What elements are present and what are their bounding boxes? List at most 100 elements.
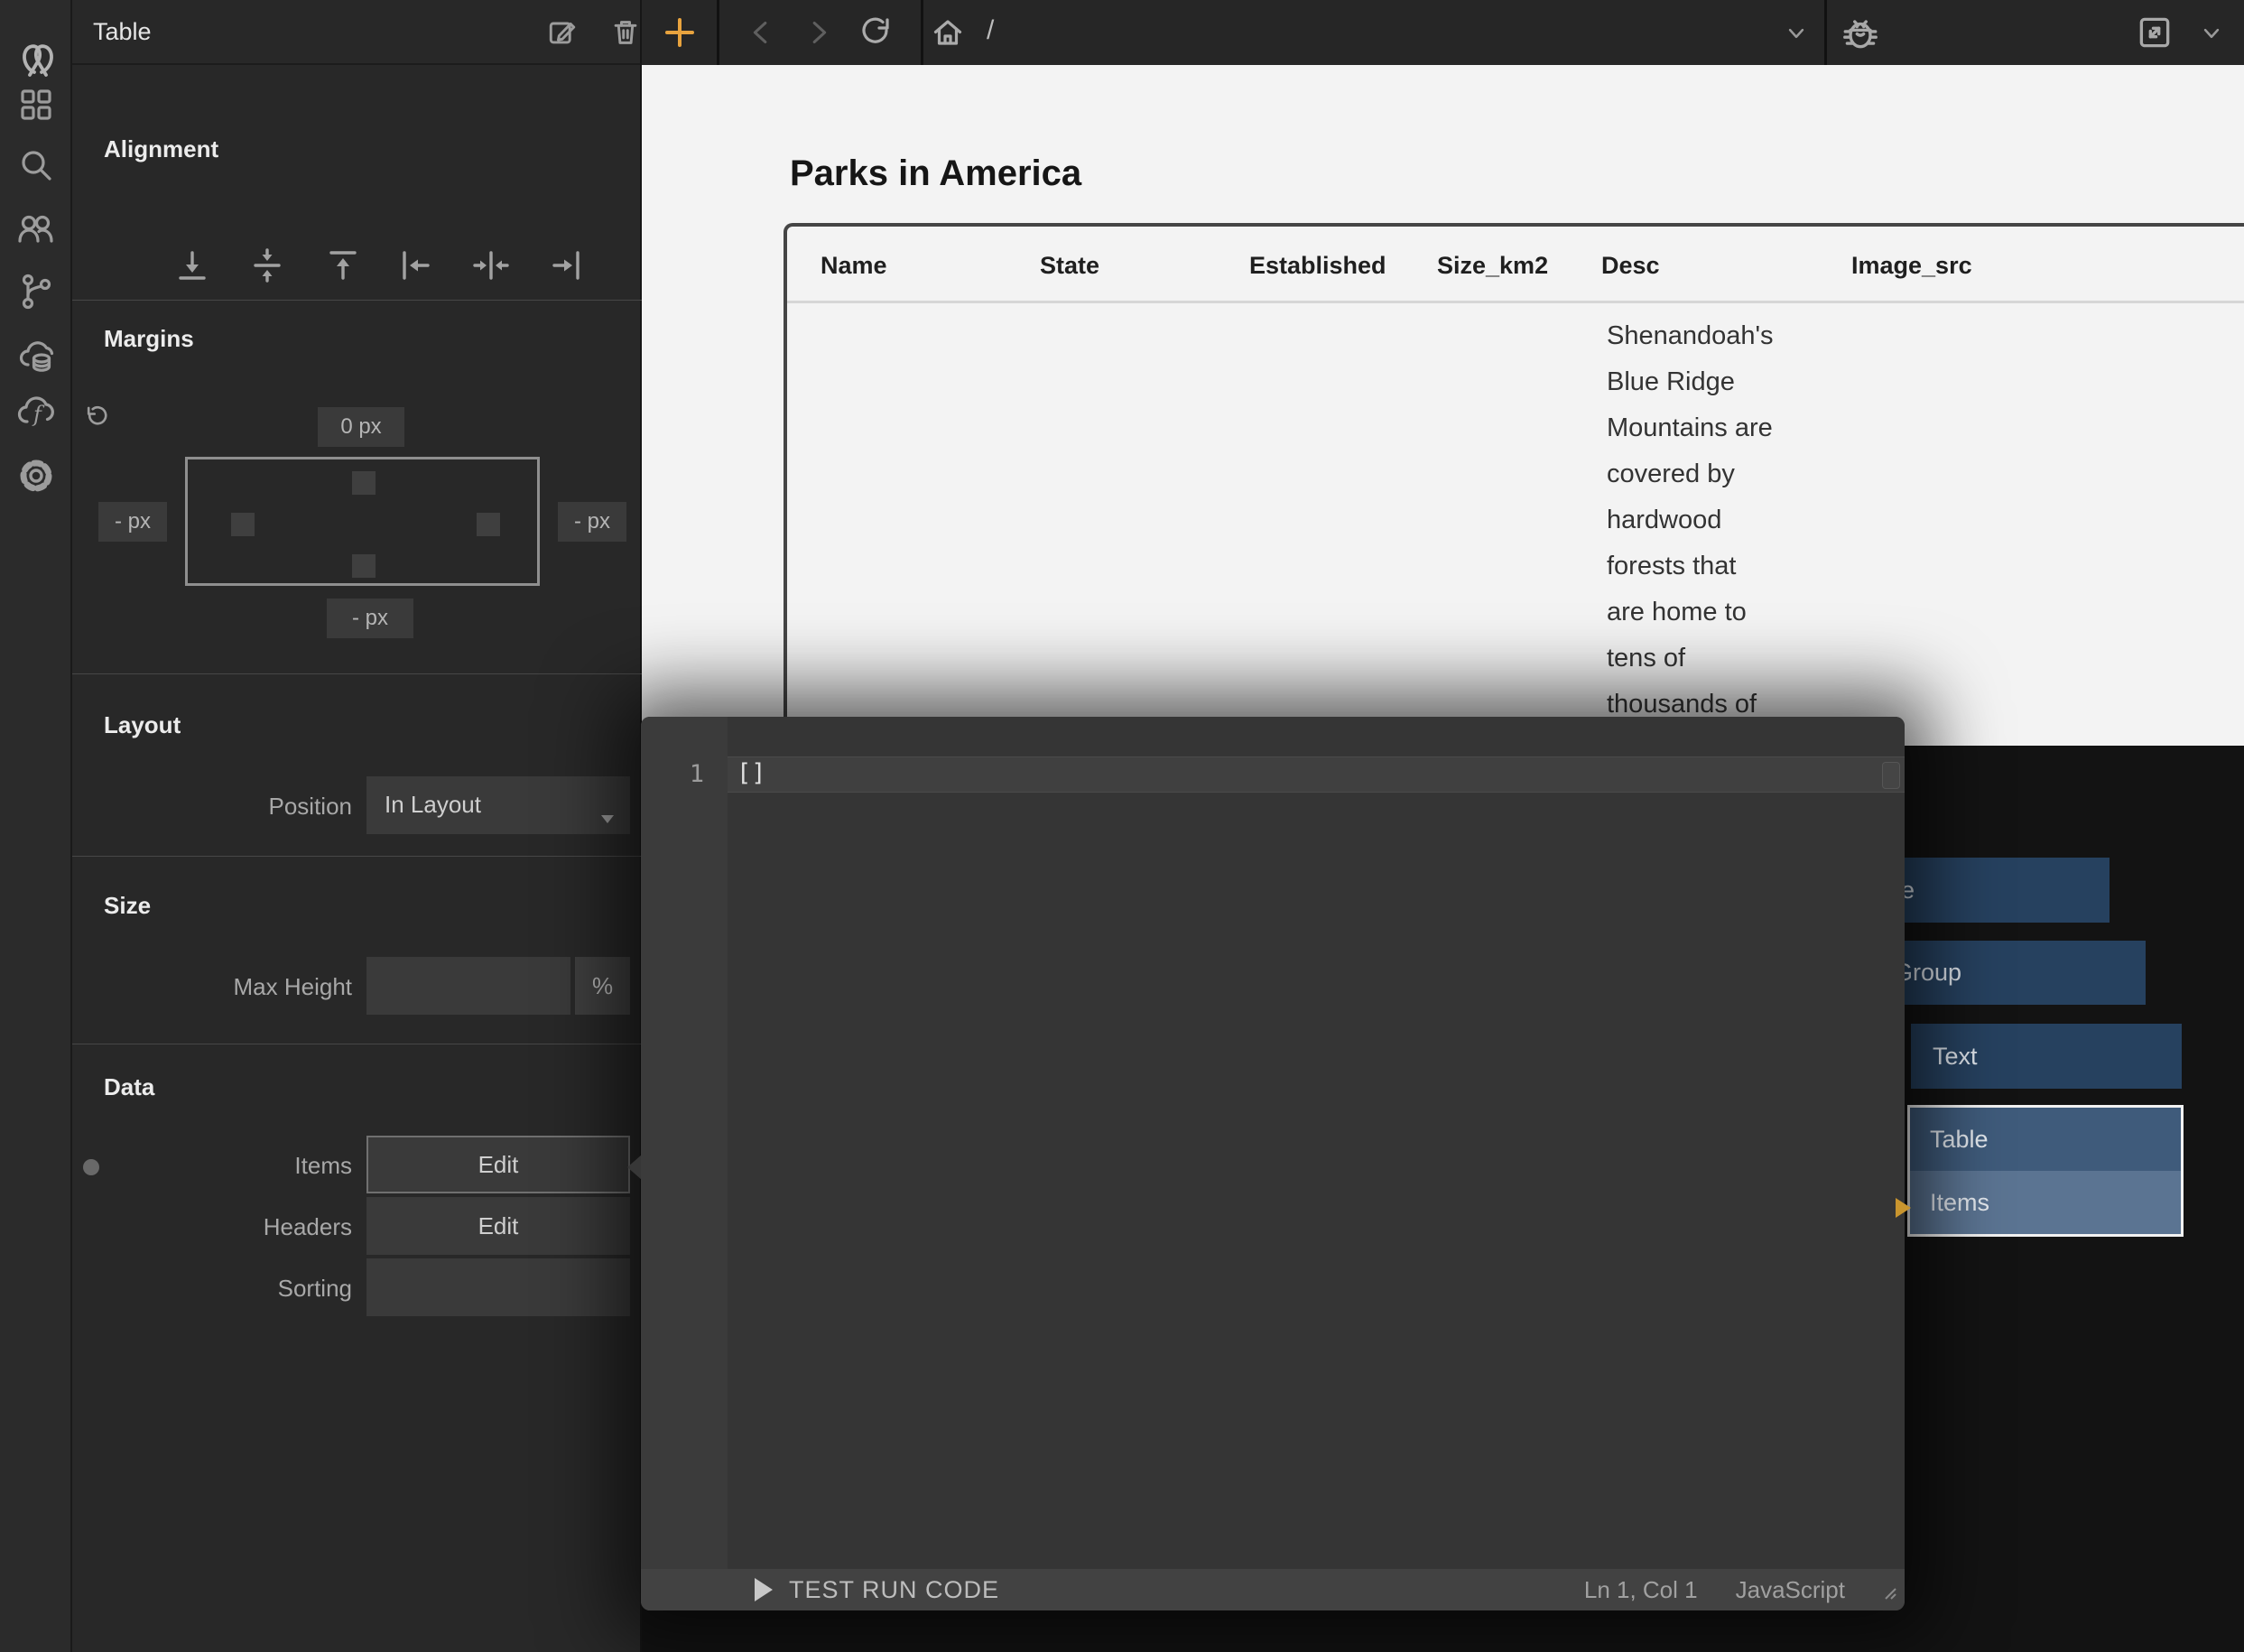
debug-bug-icon[interactable]: [1840, 12, 1881, 58]
code-content[interactable]: []: [737, 759, 766, 787]
editor-run-bar: TEST RUN CODE Ln 1, Col 1 JavaScript: [641, 1569, 1905, 1610]
nav-back-icon[interactable]: [743, 14, 781, 56]
page-list-chevron-icon[interactable]: [1781, 18, 1812, 53]
margin-top-button[interactable]: 0 px: [318, 407, 404, 447]
tree-item-group[interactable]: Group: [1872, 941, 2146, 1005]
search-icon[interactable]: [16, 145, 56, 190]
tree-items-marker-icon: [1896, 1198, 1911, 1218]
toolbar-separator: [1824, 0, 1827, 65]
items-edit-button[interactable]: Edit: [366, 1136, 630, 1193]
section-divider: [72, 673, 642, 674]
alignment-section-title: Alignment: [104, 135, 218, 163]
git-branch-icon[interactable]: [16, 272, 56, 316]
rename-edit-icon[interactable]: [544, 14, 580, 55]
fullscreen-expand-icon[interactable]: [2134, 12, 2175, 58]
toolbar-separator: [717, 0, 719, 65]
tree-item-table[interactable]: Table: [1910, 1108, 2181, 1171]
refresh-icon[interactable]: [856, 13, 895, 57]
binding-dot[interactable]: [83, 1159, 99, 1175]
svg-text:f: f: [32, 402, 45, 427]
margin-bottom-handle[interactable]: [352, 554, 376, 578]
breadcrumb-path: /: [987, 15, 994, 46]
tree-selected-group: Table Items: [1907, 1105, 2184, 1237]
col-header-image-src[interactable]: Image_src: [1851, 252, 1972, 280]
run-play-icon[interactable]: [755, 1578, 773, 1601]
nav-forward-icon[interactable]: [799, 14, 837, 56]
section-divider: [72, 856, 642, 857]
sorting-input[interactable]: [366, 1258, 630, 1316]
app-logo-icon[interactable]: [16, 36, 60, 84]
margins-section-title: Margins: [104, 325, 194, 353]
toolbar-separator: [921, 0, 923, 65]
margins-box-diagram: [185, 457, 540, 586]
page-title: Parks in America: [790, 153, 1081, 194]
data-section-title: Data: [104, 1073, 154, 1101]
col-header-state[interactable]: State: [1040, 252, 1099, 280]
reset-margins-icon[interactable]: [81, 402, 114, 439]
sorting-label: Sorting: [126, 1275, 352, 1303]
col-header-desc[interactable]: Desc: [1601, 252, 1660, 280]
cloud-function-icon[interactable]: f: [16, 393, 56, 437]
database-cloud-icon[interactable]: [16, 339, 56, 383]
modal-pointer-arrow: [627, 1155, 642, 1180]
users-icon[interactable]: [16, 209, 56, 254]
line-number: 1: [641, 760, 704, 788]
header-divider: [787, 301, 2244, 303]
align-left-icon[interactable]: [396, 246, 436, 290]
canvas-top-bar: /: [642, 0, 2244, 65]
app-canvas[interactable]: Parks in America Name State Established …: [642, 65, 2244, 746]
language-label: JavaScript: [1736, 1576, 1845, 1604]
parks-table[interactable]: Name State Established Size_km2 Desc Ima…: [784, 223, 2244, 746]
headers-label: Headers: [126, 1213, 352, 1241]
headers-edit-button[interactable]: Edit: [366, 1197, 630, 1255]
preview-menu-chevron-icon[interactable]: [2196, 18, 2227, 53]
home-icon[interactable]: [928, 13, 968, 57]
col-header-established[interactable]: Established: [1249, 252, 1386, 280]
code-editor[interactable]: 1 []: [641, 717, 1905, 1569]
margin-top-handle[interactable]: [352, 471, 376, 495]
settings-gear-icon[interactable]: [16, 456, 56, 500]
align-horizontal-center-icon[interactable]: [471, 246, 511, 290]
cursor-position: Ln 1, Col 1: [1584, 1576, 1698, 1604]
editor-gutter: [641, 717, 728, 1569]
align-vertical-center-icon[interactable]: [247, 246, 287, 290]
margin-left-handle[interactable]: [231, 513, 255, 536]
resize-grip-icon[interactable]: [1883, 1586, 1897, 1605]
app-root: f Table: [0, 0, 2244, 1652]
add-component-button[interactable]: [662, 14, 698, 55]
align-top-icon[interactable]: [323, 246, 363, 290]
max-height-unit-button[interactable]: %: [575, 957, 630, 1015]
section-divider: [72, 300, 642, 301]
code-editor-modal: 1 [] TEST RUN CODE Ln 1, Col 1 JavaScrip…: [641, 717, 1905, 1610]
max-height-input[interactable]: [366, 957, 570, 1015]
layout-section-title: Layout: [104, 711, 181, 739]
margin-right-button[interactable]: - px: [558, 502, 626, 542]
dashboard-icon[interactable]: [16, 85, 56, 129]
tree-item-text[interactable]: Text: [1911, 1024, 2182, 1089]
max-height-label: Max Height: [126, 973, 352, 1001]
tree-item-label: Items: [1930, 1189, 1989, 1217]
margin-bottom-button[interactable]: - px: [327, 599, 413, 638]
align-bottom-icon[interactable]: [172, 246, 212, 290]
inspector-header: Table: [72, 0, 640, 65]
items-label: Items: [126, 1152, 352, 1180]
tree-item-label: Table: [1930, 1126, 1989, 1154]
margin-left-button[interactable]: - px: [98, 502, 167, 542]
current-line-highlight: [728, 756, 1905, 793]
test-run-code-button[interactable]: TEST RUN CODE: [789, 1576, 999, 1604]
tree-item-label: Text: [1933, 1043, 1978, 1071]
align-right-icon[interactable]: [546, 246, 586, 290]
editor-scrollbar-thumb[interactable]: [1882, 762, 1900, 789]
margin-right-handle[interactable]: [477, 513, 500, 536]
col-header-name[interactable]: Name: [821, 252, 887, 280]
col-header-size-km2[interactable]: Size_km2: [1437, 252, 1548, 280]
inspector-panel: Table Alignment: [72, 0, 642, 1652]
selected-component-title: Table: [93, 18, 152, 46]
position-label: Position: [126, 793, 352, 821]
position-select[interactable]: In Layout: [366, 776, 630, 834]
tree-item-items[interactable]: Items: [1910, 1171, 2181, 1234]
size-section-title: Size: [104, 892, 151, 920]
chevron-down-icon: [601, 802, 614, 830]
position-select-value: In Layout: [385, 791, 481, 819]
delete-trash-icon[interactable]: [607, 14, 644, 55]
